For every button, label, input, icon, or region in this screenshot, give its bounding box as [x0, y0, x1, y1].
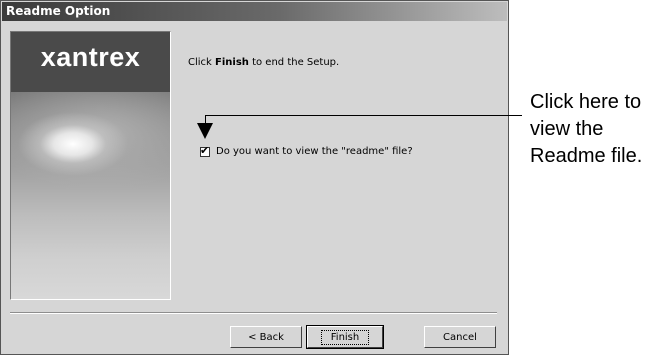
intro-bold-finish: Finish [215, 57, 249, 68]
callout-arrow-icon [197, 123, 213, 139]
intro-prefix: Click [188, 57, 216, 68]
back-button-label: < Back [248, 331, 284, 343]
xantrex-banner-image: xantrex [10, 31, 171, 300]
setup-dialog-window: Readme Option xantrex Click Finish to en… [0, 0, 509, 355]
back-button[interactable]: < Back [230, 326, 302, 348]
logo-strip: xantrex [11, 32, 170, 92]
xantrex-logo: xantrex [40, 42, 141, 72]
cancel-button[interactable]: Cancel [424, 326, 496, 348]
view-readme-checkbox[interactable]: ✔ [200, 144, 210, 157]
callout-leader-line [205, 115, 522, 116]
checkmark-icon: ✔ [200, 144, 210, 157]
cancel-button-label: Cancel [443, 331, 477, 343]
finish-focus-rect: Finish [320, 329, 370, 345]
view-readme-label[interactable]: Do you want to view the "readme" file? [216, 146, 413, 157]
button-separator [10, 312, 497, 314]
intro-suffix: to end the Setup. [248, 57, 340, 68]
finish-instruction-text: Click Finish to end the Setup. [188, 57, 339, 68]
finish-button[interactable]: Finish [306, 325, 384, 349]
finish-button-label: Finish [330, 331, 360, 343]
banner-artwork [11, 92, 170, 299]
view-readme-option[interactable]: ✔ Do you want to view the "readme" file? [200, 144, 413, 157]
title-bar: Readme Option [2, 2, 507, 21]
callout-annotation-text: Click here to view the Readme file. [530, 91, 643, 167]
